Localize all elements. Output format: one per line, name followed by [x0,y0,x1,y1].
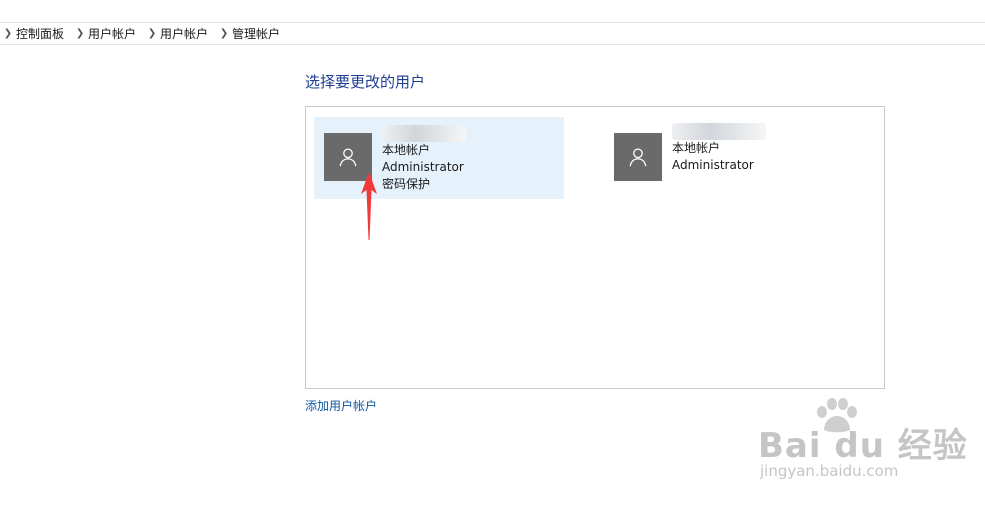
user-list-panel: 本地帐户 Administrator 密码保护 本地帐户 Administrat… [305,106,885,389]
avatar [614,133,662,181]
chevron-right-icon: ❯ [3,28,13,39]
user-info: 本地帐户 Administrator 密码保护 [382,125,466,193]
user-icon [339,148,357,167]
account-type: 本地帐户 [672,141,721,155]
breadcrumb-item-user-accounts-sub[interactable]: ❯ 用户帐户 [144,25,216,42]
chevron-right-icon: ❯ [147,28,157,39]
account-type: 本地帐户 [382,143,431,157]
user-icon [629,148,647,167]
user-name-redacted [382,125,466,142]
user-name-redacted [672,123,766,140]
breadcrumb-item-manage-accounts[interactable]: ❯ 管理帐户 [216,25,288,42]
add-user-account-link[interactable]: 添加用户帐户 [305,397,377,414]
breadcrumb-item-user-accounts[interactable]: ❯ 用户帐户 [72,25,144,42]
breadcrumb-label: 用户帐户 [88,27,137,41]
user-info: 本地帐户 Administrator [672,123,766,174]
page-title: 选择要更改的用户 [305,73,426,91]
breadcrumb-label: 控制面板 [16,27,65,41]
breadcrumb-item-control-panel[interactable]: ❯ 控制面板 [0,25,72,42]
user-tile[interactable]: 本地帐户 Administrator 密码保护 [314,117,564,199]
watermark: Bai du 经验 jingyan.baidu.com [752,398,967,488]
account-role: Administrator [672,158,754,172]
watermark-url: jingyan.baidu.com [760,462,899,480]
account-role: Administrator [382,160,464,174]
password-status: 密码保护 [382,177,431,191]
breadcrumb-label: 用户帐户 [160,27,209,41]
arrow-up-icon [361,172,377,240]
breadcrumb: ❯ 控制面板 ❯ 用户帐户 ❯ 用户帐户 ❯ 管理帐户 [0,23,985,45]
user-tile[interactable]: 本地帐户 Administrator [604,117,854,199]
chevron-right-icon: ❯ [75,28,85,39]
chevron-right-icon: ❯ [219,28,229,39]
watermark-logo: Bai du 经验 [758,426,968,466]
breadcrumb-label: 管理帐户 [232,27,281,41]
